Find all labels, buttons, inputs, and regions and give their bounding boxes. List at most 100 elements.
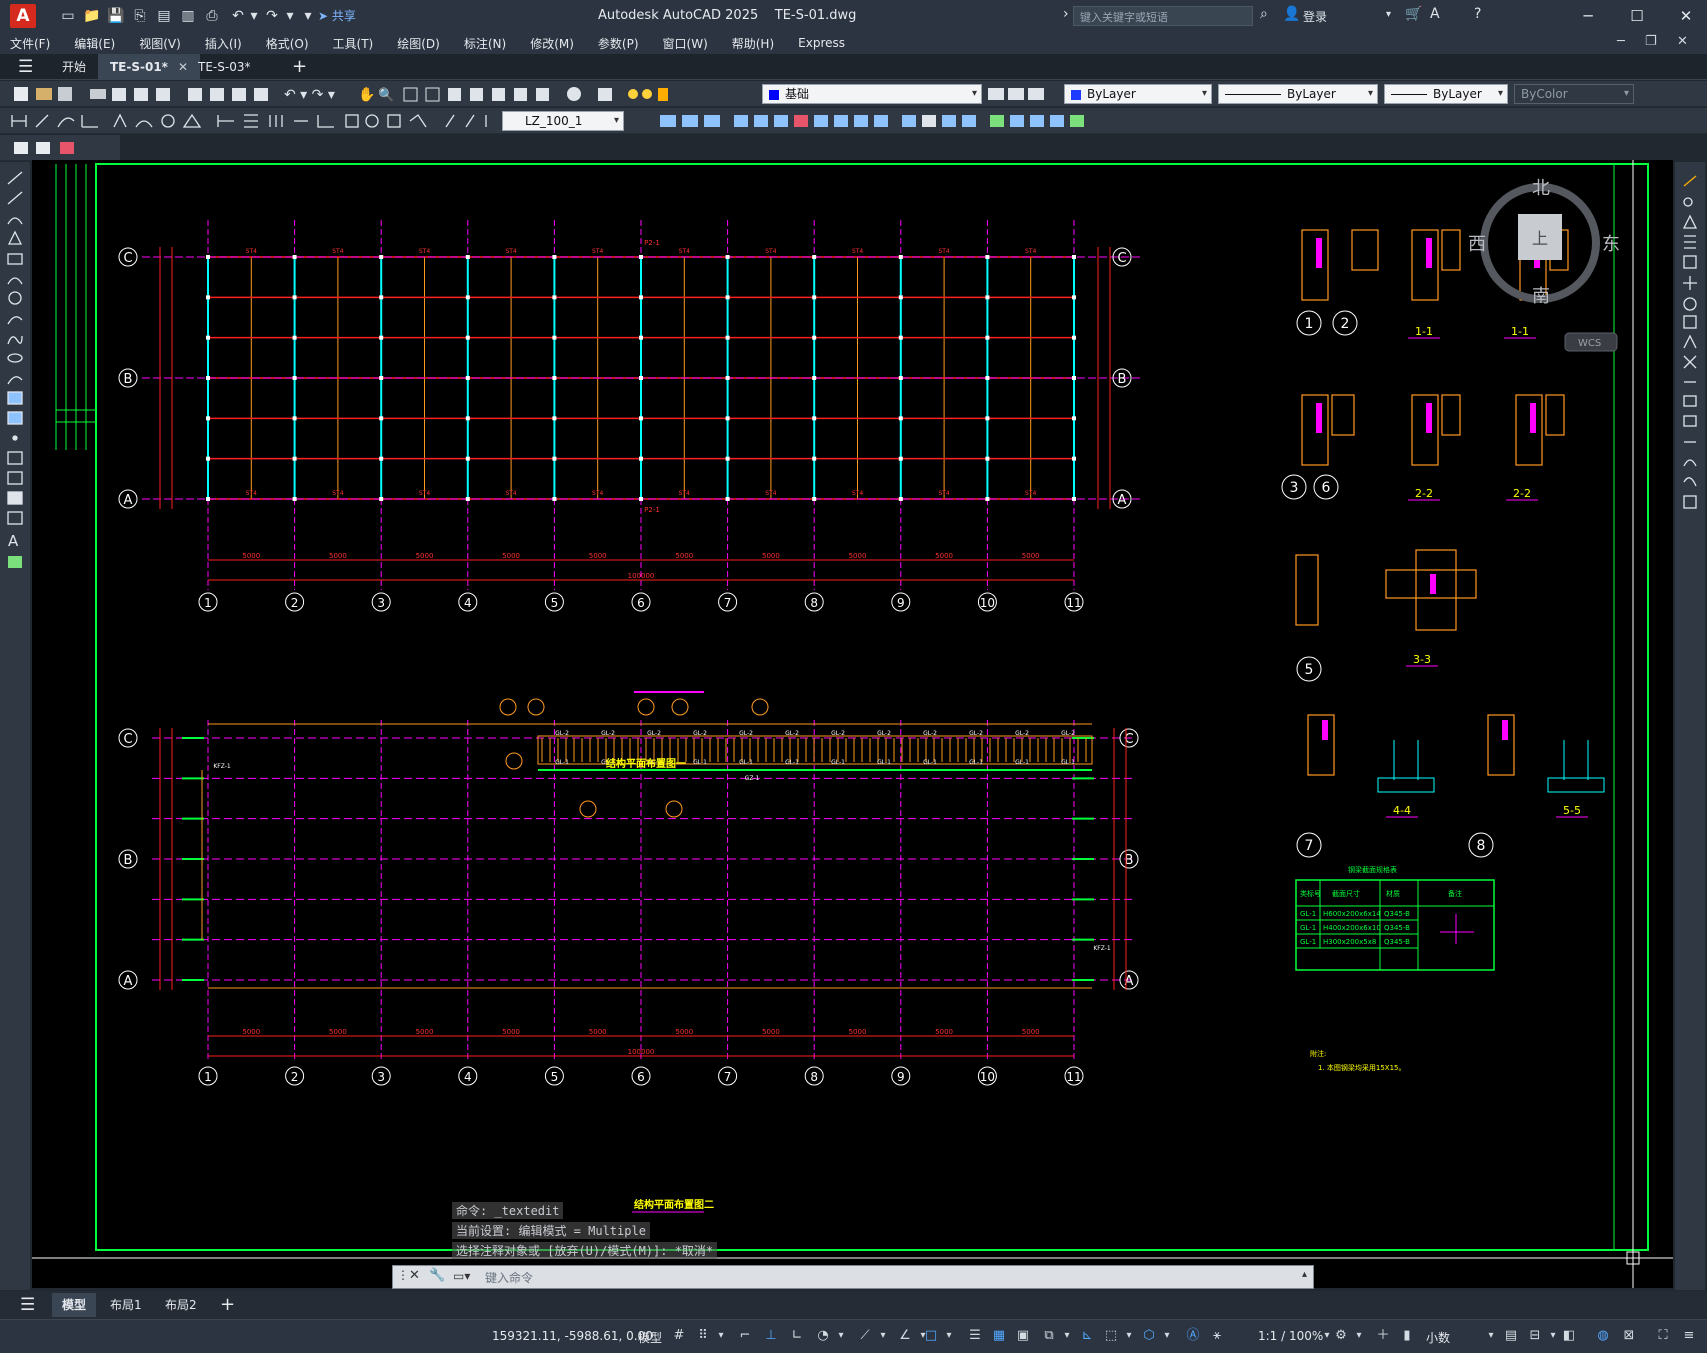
annotation-visibility-icon[interactable]: Ⓐ (1184, 1327, 1202, 1345)
menu-tools[interactable]: 工具(T) (333, 35, 374, 52)
help-icon[interactable]: ? (1474, 6, 1481, 22)
open-web-icon[interactable]: ▤ (154, 6, 174, 26)
new-icon[interactable]: ▭ (58, 6, 78, 26)
redo-icon[interactable]: ↷ (262, 6, 282, 26)
menu-parametric[interactable]: 参数(P) (598, 35, 639, 52)
wrench-icon[interactable]: 🔧 (429, 1268, 445, 1283)
standard-tools-icons[interactable]: ↶ ▾ ↷ ▾ ✋ 🔍 (8, 84, 668, 104)
snap-dropdown-icon[interactable]: ▾ (712, 1327, 730, 1345)
redo-dropdown-icon[interactable]: ▾ (280, 6, 300, 26)
units-dropdown-icon[interactable]: ▾ (1482, 1327, 1500, 1345)
menu-view[interactable]: 视图(V) (139, 35, 181, 52)
recent-commands-icon[interactable]: ▭▾ (453, 1269, 470, 1283)
polar-tracking-icon[interactable]: ◔ (814, 1327, 832, 1345)
dimension-tools-icons[interactable] (8, 111, 498, 131)
menu-help[interactable]: 帮助(H) (732, 35, 774, 52)
menu-insert[interactable]: 插入(I) (205, 35, 242, 52)
save-as-icon[interactable]: ⎘ (130, 6, 150, 26)
auto-scale-icon[interactable]: ⚹ (1208, 1327, 1226, 1345)
viewcube-south[interactable]: 南 (1532, 286, 1550, 307)
hardware-acceleration-icon[interactable]: ⊟ (1526, 1327, 1544, 1345)
doc-minimize-button[interactable]: ─ (1617, 34, 1625, 49)
menu-modify[interactable]: 修改(M) (530, 35, 574, 52)
modify-tools-icons[interactable] (658, 111, 1138, 131)
tab-te-s-01[interactable]: TE-S-01* ✕ (98, 54, 201, 80)
share-button[interactable]: ➤ 共享 (318, 7, 356, 24)
transparency-icon[interactable]: ▦ (990, 1327, 1008, 1345)
isolate-objects-icon[interactable]: ◧ (1560, 1327, 1578, 1345)
workspace-gear-icon[interactable]: ⚙ (1332, 1327, 1350, 1345)
plot-icon[interactable]: ⎙ (202, 6, 222, 26)
infer-constraints-icon[interactable]: ⌐ (736, 1327, 754, 1345)
command-input[interactable]: 键入命令 (485, 1269, 533, 1286)
doc-close-button[interactable]: ✕ (1677, 34, 1688, 49)
layer-dropdown[interactable]: 基础 ▾ (762, 84, 982, 104)
model-space-button[interactable]: 模型 (638, 1329, 662, 1346)
object-snap-dropdown-icon[interactable]: ▾ (940, 1327, 958, 1345)
modify-tools-right-icons[interactable] (1680, 172, 1700, 572)
annotation-monitor-icon[interactable]: ＋ (1374, 1327, 1392, 1345)
viewcube[interactable]: 上 北 南 东 西 WCS (1468, 178, 1620, 352)
menu-format[interactable]: 格式(O) (266, 35, 309, 52)
layer-tools-icons[interactable] (986, 84, 1046, 104)
add-layout-button[interactable]: + (220, 1294, 235, 1315)
tab-model[interactable]: 模型 (52, 1293, 97, 1317)
tab-layout1[interactable]: 布局1 (100, 1293, 152, 1317)
clean-screen-icon[interactable]: ◍ (1594, 1327, 1612, 1345)
isodraft-dropdown-icon[interactable]: ▾ (874, 1327, 892, 1345)
fullscreen-icon[interactable]: ⛶ (1654, 1327, 1672, 1345)
undo-dropdown-icon[interactable]: ▾ (244, 6, 264, 26)
menu-edit[interactable]: 编辑(E) (74, 35, 115, 52)
isodraft-icon[interactable]: ⟋ (856, 1327, 874, 1345)
object-snap-icon[interactable]: □ (922, 1327, 940, 1345)
sign-in-button[interactable]: 登录 (1303, 8, 1327, 25)
tab-start[interactable]: 开始 (50, 54, 98, 80)
close-button[interactable]: ✕ (1666, 4, 1706, 28)
save-icon[interactable]: 💾 (106, 6, 126, 26)
plotstyle-dropdown[interactable]: ByColor ▾ (1514, 84, 1634, 104)
gizmo-icon[interactable]: ⬡ (1140, 1327, 1158, 1345)
quick-properties-icon[interactable]: ▤ (1502, 1327, 1520, 1345)
viewcube-north[interactable]: 北 (1532, 178, 1550, 199)
selection-filter-icon[interactable]: ⬚ (1102, 1327, 1120, 1345)
search-icon[interactable]: ⌕ (1260, 6, 1268, 22)
menu-icon[interactable]: ☰ (18, 57, 33, 77)
draw-tools-icons[interactable]: A (5, 168, 25, 618)
lineweight-display-icon[interactable]: ☰ (966, 1327, 984, 1345)
dynamic-ucs-icon[interactable]: ⊾ (1078, 1327, 1096, 1345)
workspace-dropdown-icon[interactable]: ▾ (1350, 1327, 1368, 1345)
3d-osnap-dropdown-icon[interactable]: ▾ (1058, 1327, 1076, 1345)
close-icon[interactable]: ✕ (409, 1268, 420, 1283)
ortho-icon[interactable]: ∟ (788, 1327, 806, 1345)
menu-window[interactable]: 窗口(W) (663, 35, 708, 52)
autocad-logo-icon[interactable]: A (10, 4, 36, 28)
selection-cycling-icon[interactable]: ▣ (1014, 1327, 1032, 1345)
menu-draw[interactable]: 绘图(D) (397, 35, 440, 52)
maximize-button[interactable]: ☐ (1617, 4, 1657, 28)
color-dropdown[interactable]: ByLayer ▾ (1064, 84, 1212, 104)
grip-icon[interactable]: ⋮ (397, 1268, 409, 1282)
doc-restore-button[interactable]: ❐ (1645, 34, 1657, 49)
dimstyle-dropdown[interactable]: LZ_100_1 ▾ (502, 111, 624, 131)
chevron-up-icon[interactable]: ▴ (1302, 1269, 1307, 1280)
dynamic-input-icon[interactable]: ⊥ (762, 1327, 780, 1345)
cart-icon[interactable]: 🛒 (1405, 6, 1422, 22)
menu-file[interactable]: 文件(F) (10, 35, 50, 52)
extra-tools-icons[interactable] (10, 138, 80, 158)
grid-icon[interactable]: # (670, 1327, 688, 1345)
tab-layout2[interactable]: 布局2 (155, 1293, 207, 1317)
save-web-icon[interactable]: ▥ (178, 6, 198, 26)
viewcube-west[interactable]: 西 (1468, 234, 1486, 255)
linetype-dropdown[interactable]: ByLayer ▾ (1218, 84, 1378, 104)
tab-te-s-03[interactable]: TE-S-03* (186, 54, 262, 80)
autodesk-app-icon[interactable]: A (1430, 6, 1440, 22)
open-icon[interactable]: 📁 (82, 6, 102, 26)
polar-dropdown-icon[interactable]: ▾ (832, 1327, 850, 1345)
coordinates-display[interactable]: 159321.11, -5988.61, 0.00 (492, 1329, 653, 1343)
object-snap-tracking-icon[interactable]: ∠ (896, 1327, 914, 1345)
customize-qat-icon[interactable]: ▾ (298, 6, 318, 26)
snap-icon[interactable]: ⠿ (694, 1327, 712, 1345)
signin-dropdown-icon[interactable]: ▾ (1386, 9, 1391, 20)
minimize-button[interactable]: ─ (1568, 4, 1608, 28)
drawing-canvas[interactable]: C C B B A A ST4 ST4 ST4 ST4 ST4 ST4 ST4 ST4 ST4 ST4 ST4 S… (32, 160, 1673, 1288)
